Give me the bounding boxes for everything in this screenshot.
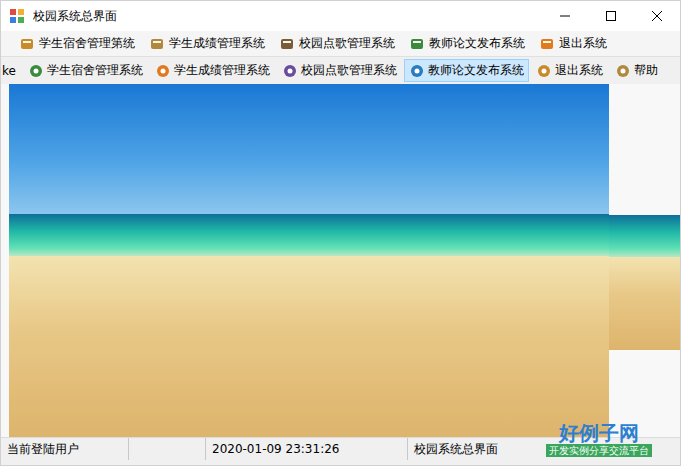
toolbar-button-icon [155,63,171,79]
maximize-icon [606,11,616,21]
window-title: 校园系统总界面 [33,8,117,25]
menu-item-icon [149,36,165,52]
content-area [1,84,680,437]
title-bar: 校园系统总界面 [1,1,680,31]
menu-item-icon [279,36,295,52]
main-window: 校园系统总界面 学生宿舍管理第统 学生成绩管理系统 校园点歌管理系统 教师论文发… [0,0,681,466]
menu-item-icon [539,36,555,52]
toolbar-button[interactable]: 校园点歌管理系统 [277,59,402,82]
menu-item-icon [409,36,425,52]
beach-photo [9,84,609,437]
toolbar-button[interactable]: 学生成绩管理系统 [150,59,275,82]
toolbar-button-icon [282,63,298,79]
minimize-icon [560,11,570,21]
menu-item[interactable]: 学生宿舍管理第统 [13,33,141,54]
maximize-button[interactable] [588,1,634,31]
toolbar-button[interactable]: 学生宿舍管理系统 [23,59,148,82]
menu-bar: 学生宿舍管理第统 学生成绩管理系统 校园点歌管理系统 教师论文发布系统 退出系统 [1,31,680,56]
status-user: 当前登陆用户 [1,438,129,460]
menu-item[interactable]: 教师论文发布系统 [403,33,531,54]
menu-item-icon [19,36,35,52]
toolbar-button[interactable]: 教师论文发布系统 [404,59,529,82]
toolbar-button[interactable]: ke [1,61,21,81]
tool-bar: ke 学生宿舍管理系统 学生成绩管理系统 校园点歌管理系统 教师论文发布系统 退… [1,56,680,84]
close-icon [652,11,662,21]
toolbar-button-icon [615,63,631,79]
status-spacer [129,438,206,460]
toolbar-button[interactable]: 帮助 [610,59,663,82]
minimize-button[interactable] [542,1,588,31]
status-time: 2020-01-09 23:31:26 [206,438,408,460]
beach-photo-tile [609,215,680,350]
menu-item[interactable]: 校园点歌管理系统 [273,33,401,54]
toolbar-button-icon [28,63,44,79]
toolbar-button[interactable]: 退出系统 [531,59,608,82]
app-icon [9,8,25,24]
menu-item[interactable]: 学生成绩管理系统 [143,33,271,54]
toolbar-button-icon [409,63,425,79]
close-button[interactable] [634,1,680,31]
menu-item[interactable]: 退出系统 [533,33,613,54]
toolbar-button-icon [536,63,552,79]
watermark-logo: 好例子网 开发实例分享交流平台 [546,422,652,457]
